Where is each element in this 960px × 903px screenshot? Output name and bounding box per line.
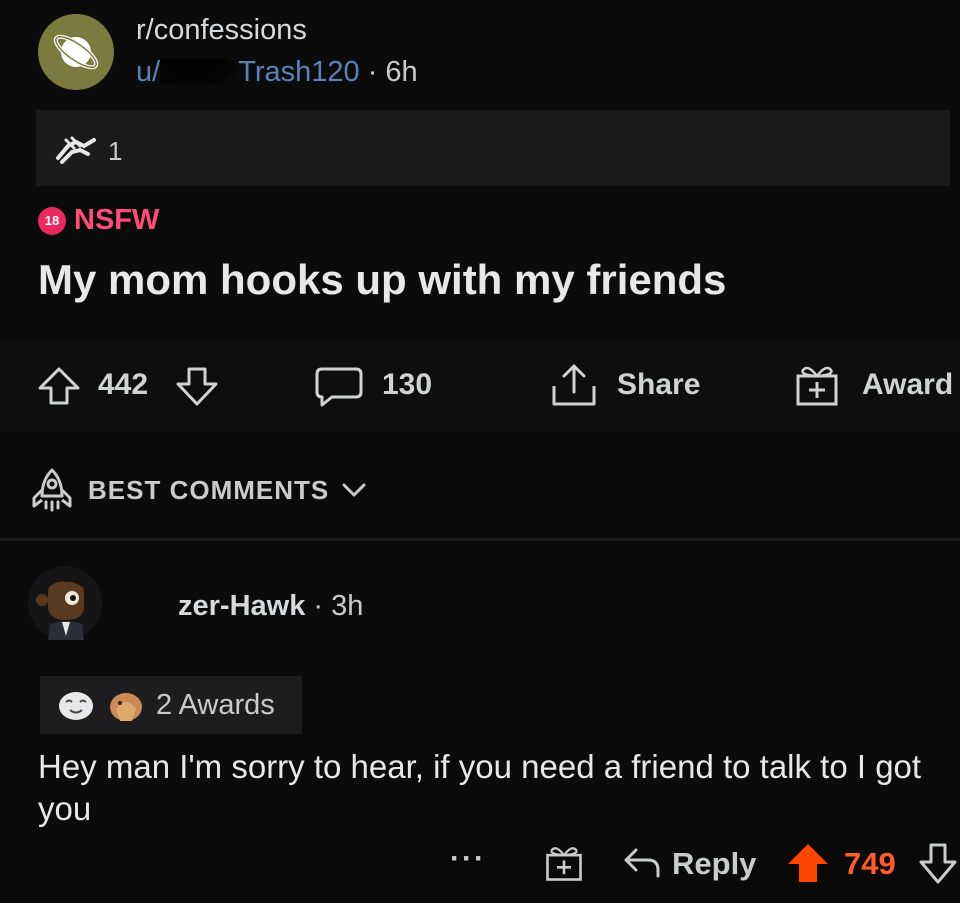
reply-button[interactable]: Reply <box>672 846 756 882</box>
comment-sort-dropdown[interactable]: BEST COMMENTS <box>28 466 367 514</box>
post-awards-bar[interactable] <box>36 110 950 186</box>
subreddit-avatar[interactable] <box>38 14 114 90</box>
comment-author-line: zer-Hawk · 3h <box>178 590 363 623</box>
nsfw-badge: 18 <box>38 206 66 235</box>
share-label[interactable]: Share <box>617 368 700 402</box>
award-label[interactable]: Award <box>862 368 953 402</box>
planet-icon <box>53 34 99 70</box>
wholesome-award-icon <box>59 692 93 720</box>
comment-count: 130 <box>382 368 433 401</box>
gift-icon <box>796 366 838 406</box>
post-title[interactable]: My mom hooks up with my friends <box>38 256 726 304</box>
commenter-avatar[interactable] <box>26 562 104 644</box>
redaction-mark <box>160 58 239 89</box>
section-divider <box>0 538 960 541</box>
user-prefix[interactable]: u/ <box>136 56 160 88</box>
chevron-down-icon <box>342 483 366 497</box>
downvote-icon <box>176 367 218 406</box>
gift-icon <box>546 847 582 881</box>
comment-body: Hey man I'm sorry to hear, if you need a… <box>38 748 922 827</box>
helping-hand-award-icon <box>54 132 98 173</box>
nsfw-tag: 18 NSFW <box>38 204 159 237</box>
comment-awards[interactable]: 2 Awards <box>40 676 302 734</box>
post-author[interactable]: Trash120 <box>238 56 359 88</box>
downvote-button[interactable] <box>174 366 220 413</box>
comment-award-button[interactable] <box>544 842 584 889</box>
upvote-icon <box>788 844 828 882</box>
awards-count-label: 2 Awards <box>156 688 275 721</box>
comment-upvote-button[interactable] <box>786 842 830 889</box>
upvote-button[interactable] <box>36 366 82 411</box>
separator-dot: · <box>313 590 324 622</box>
comment-icon <box>315 367 363 407</box>
more-options-button[interactable]: ··· <box>450 842 486 876</box>
share-icon <box>552 364 596 406</box>
post-age: 6h <box>385 56 418 88</box>
post-author-line: u/Trash120 · 6h <box>136 56 418 89</box>
award-count: 1 <box>108 136 123 166</box>
rocket-icon <box>32 468 72 512</box>
comment-age: 3h <box>331 590 364 622</box>
comment-author[interactable]: zer-Hawk <box>178 590 305 622</box>
subreddit-name[interactable]: r/confessions <box>136 14 307 47</box>
nsfw-label: NSFW <box>74 204 160 236</box>
award-button[interactable] <box>794 362 840 413</box>
share-button[interactable] <box>550 362 598 413</box>
sort-label: BEST COMMENTS <box>88 474 330 505</box>
separator-dot: · <box>367 56 378 88</box>
comment-score: 749 <box>844 846 896 881</box>
reply-icon[interactable] <box>622 846 662 885</box>
upvote-count: 442 <box>98 368 149 401</box>
comments-button[interactable] <box>314 366 364 413</box>
facepalm-award-icon <box>110 693 142 721</box>
downvote-icon <box>919 843 957 884</box>
upvote-icon <box>38 367 80 405</box>
comment-downvote-button[interactable] <box>918 842 958 891</box>
